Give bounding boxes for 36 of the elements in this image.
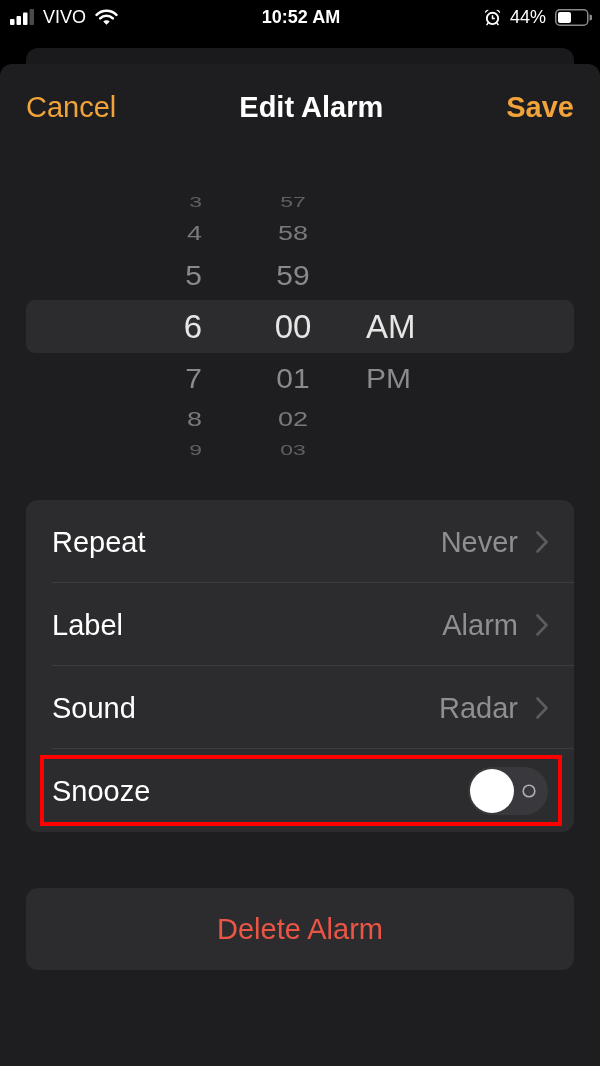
minute-option[interactable]: 59 [276,260,310,290]
setting-row[interactable]: Sound Radar [26,666,574,749]
period-option[interactable]: AM [366,310,416,343]
cancel-button[interactable]: Cancel [26,90,117,124]
battery-icon [555,8,592,26]
setting-row[interactable]: Label Alarm [26,583,574,666]
period-option[interactable]: PM [366,363,411,393]
toggle-switch[interactable] [468,766,548,815]
hour-option[interactable]: 8 [186,408,202,431]
save-button[interactable]: Save [506,90,574,124]
minute-option[interactable]: 57 [280,195,306,210]
hour-option[interactable]: 7 [185,363,202,393]
signal-icon [10,9,34,25]
minute-option[interactable]: 58 [277,222,308,245]
battery-percent: 44% [509,7,546,27]
minute-option[interactable]: 00 [274,310,312,343]
setting-row[interactable]: Repeat Never [26,500,574,583]
setting-label: Snooze [52,773,151,808]
hour-option[interactable]: 6 [183,310,202,343]
delete-alarm-button[interactable]: Delete Alarm [26,888,574,970]
chevron-icon [536,530,548,553]
carrier-name: VIVO [43,7,86,27]
wifi-icon [95,9,118,25]
hour-option[interactable]: 5 [185,260,202,290]
hour-option[interactable]: 4 [186,222,202,245]
screen-title: Edit Alarm [239,90,384,124]
hour-option[interactable]: 3 [189,195,202,210]
chevron-icon [536,696,548,719]
ring-icon [522,783,536,798]
minute-option[interactable]: 01 [276,363,310,393]
minute-option[interactable]: 03 [280,443,306,458]
hour-option[interactable]: 9 [189,443,202,458]
minute-option[interactable]: 02 [277,408,308,431]
alarm-clock-icon [483,8,501,26]
chevron-icon [536,613,548,636]
status-time: 10:52 AM [261,7,341,27]
